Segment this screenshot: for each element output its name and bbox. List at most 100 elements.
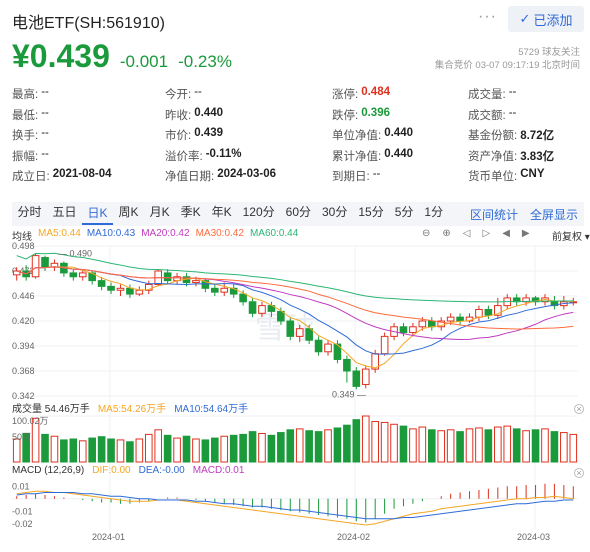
legend-item: MA5:54.26万手: [97, 404, 167, 415]
volume-legend: 成交量 54.46万手 MA5:54.26万手 MA10:54.64万手: [12, 400, 248, 415]
volume-bar: [107, 438, 115, 463]
vol-tick-label: 100.02万: [12, 416, 49, 426]
candle-body: [409, 326, 417, 334]
candle-body: [352, 370, 361, 387]
volume-bar: [211, 437, 219, 463]
volume-bar: [418, 426, 427, 463]
dea-line: [16, 492, 574, 520]
macd-tick-label: -0.01: [12, 506, 33, 516]
candle-body: [248, 301, 257, 314]
volume-bar: [201, 439, 210, 463]
candle-body: [126, 287, 134, 295]
low-label: 0.349 —: [332, 389, 366, 399]
candle-body: [314, 339, 323, 353]
legend-item: MACD (12,26,9): [12, 465, 85, 476]
volume-bar: [409, 428, 417, 463]
volume-bar: [258, 432, 266, 463]
volume-bar: [220, 435, 229, 463]
volume-bar: [116, 439, 125, 463]
volume-bar: [60, 439, 68, 463]
volume-bar: [305, 430, 313, 463]
x-tick-label: 2024-02: [337, 532, 370, 542]
candle-body: [78, 272, 87, 278]
volume-bar: [41, 433, 49, 463]
volume-bar: [503, 425, 512, 463]
volume-bar: [427, 429, 436, 463]
volume-bar: [314, 431, 323, 463]
x-tick-label: 2024-01: [92, 532, 125, 542]
volume-settings-icon[interactable]: ×: [574, 404, 584, 414]
legend-item: DEA:-0.00: [138, 465, 185, 476]
volume-bar: [522, 430, 530, 463]
volume-bar: [446, 429, 455, 463]
candle-body: [380, 335, 389, 355]
volume-bar: [126, 441, 134, 463]
high-label: — 0.490: [58, 249, 92, 259]
volume-bar: [78, 440, 87, 463]
dif-line: [16, 490, 574, 526]
volume-bar: [154, 429, 163, 463]
volume-bar: [97, 436, 106, 463]
volume-bar: [569, 433, 578, 463]
volume-bar: [343, 424, 351, 463]
candle-body: [286, 320, 295, 337]
volume-bar: [88, 437, 96, 463]
candle-body: [107, 285, 115, 291]
candle-body: [305, 328, 313, 341]
candle-body: [418, 320, 427, 328]
candle-body: [475, 308, 483, 318]
volume-bar: [173, 437, 181, 463]
volume-bar: [550, 431, 559, 463]
macd-settings-icon[interactable]: ×: [574, 468, 584, 478]
volume-bar: [69, 438, 78, 463]
macd-tick-label: 0.01: [12, 481, 30, 491]
volume-bar: [135, 438, 144, 463]
candle-body: [343, 358, 351, 372]
candle-body: [41, 257, 49, 268]
y-tick-label: 0.420: [12, 316, 35, 326]
candle-body: [31, 255, 40, 278]
candle-body: [163, 272, 172, 282]
volume-bar: [512, 428, 521, 463]
volume-bar: [456, 431, 464, 463]
volume-bar: [380, 421, 389, 463]
volume-bar: [352, 419, 361, 463]
legend-item: MA10:54.64万手: [174, 404, 249, 415]
candle-body: [427, 320, 436, 328]
volume-bar: [239, 433, 247, 463]
volume-bar: [531, 429, 540, 463]
volume-bar: [437, 430, 446, 463]
volume-bar: [277, 432, 285, 463]
vol-tick-label: 50万: [12, 432, 31, 442]
volume-bar: [267, 434, 276, 463]
volume-bar: [295, 428, 304, 463]
candle-body: [258, 305, 266, 314]
candle-body: [361, 368, 370, 385]
volume-bar: [560, 432, 568, 463]
candle-body: [69, 272, 78, 278]
candle-body: [135, 289, 144, 295]
y-tick-label: 0.394: [12, 341, 35, 351]
y-tick-label: 0.446: [12, 291, 35, 301]
macd-tick-label: -0.02: [12, 519, 33, 529]
volume-bar: [144, 433, 153, 463]
candle-body: [239, 293, 247, 303]
volume-bar: [163, 434, 172, 463]
volume-bar: [371, 421, 379, 463]
candle-body: [456, 316, 464, 322]
candle-body: [399, 326, 408, 334]
volume-bar: [475, 427, 483, 463]
volume-bar: [541, 428, 549, 463]
volume-bar: [248, 431, 257, 463]
volume-bar: [494, 426, 502, 463]
candle-body: [446, 316, 455, 322]
x-tick-label: 2024-03: [517, 532, 550, 542]
volume-bar: [182, 435, 191, 463]
volume-bar: [361, 415, 370, 463]
candle-body: [97, 280, 106, 287]
volume-bar: [50, 435, 59, 463]
candle-body: [484, 308, 493, 316]
volume-bar: [484, 429, 493, 463]
candle-body: [324, 343, 332, 353]
candle-body: [192, 280, 200, 284]
